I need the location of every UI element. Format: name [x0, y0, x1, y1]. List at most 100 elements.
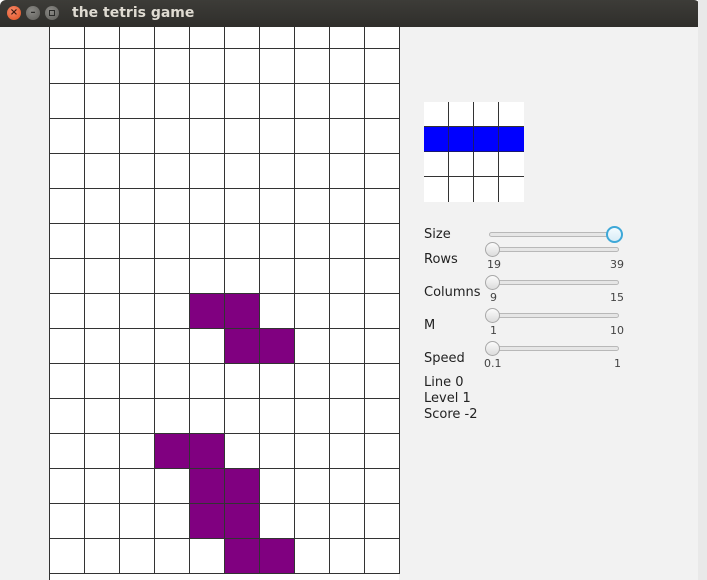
rows-slider-thumb[interactable] — [485, 242, 500, 257]
m-slider[interactable] — [489, 313, 619, 318]
board-cell — [365, 539, 400, 574]
board-cell — [295, 224, 330, 259]
board-cell — [330, 504, 365, 539]
rows-slider[interactable] — [489, 247, 619, 252]
board-cell — [365, 189, 400, 224]
speed-slider-thumb[interactable] — [485, 341, 500, 356]
board-block — [260, 539, 295, 574]
board-cell — [50, 189, 85, 224]
board-block — [190, 504, 225, 539]
board-cell — [155, 84, 190, 119]
board-cell — [120, 539, 155, 574]
board-cell — [225, 434, 260, 469]
board-cell — [330, 469, 365, 504]
board-cell — [85, 259, 120, 294]
board-cell — [225, 224, 260, 259]
board-cell — [330, 399, 365, 434]
board-cell — [50, 399, 85, 434]
board-cell — [120, 189, 155, 224]
board-cell — [295, 399, 330, 434]
board-cell — [295, 469, 330, 504]
minimize-icon[interactable]: – — [26, 6, 40, 20]
preview-cell — [474, 102, 499, 127]
columns-min-label: 9 — [490, 291, 497, 304]
board-cell — [295, 329, 330, 364]
board-cell — [260, 49, 295, 84]
board-cell — [120, 399, 155, 434]
game-board[interactable] — [49, 27, 400, 580]
board-block — [260, 329, 295, 364]
board-cell — [260, 259, 295, 294]
preview-cell — [449, 102, 474, 127]
board-cell — [330, 154, 365, 189]
board-block — [190, 469, 225, 504]
board-cell — [120, 504, 155, 539]
preview-cell — [424, 152, 449, 177]
board-cell — [120, 84, 155, 119]
board-cell — [330, 84, 365, 119]
rows-max-label: 39 — [610, 258, 624, 271]
size-slider[interactable] — [489, 232, 619, 237]
preview-cell — [474, 177, 499, 202]
board-cell — [225, 259, 260, 294]
board-cell — [155, 49, 190, 84]
rows-label: Rows — [424, 252, 458, 267]
speed-slider[interactable] — [489, 346, 619, 351]
board-cell — [190, 49, 225, 84]
board-cell — [190, 189, 225, 224]
m-slider-thumb[interactable] — [485, 308, 500, 323]
board-cell — [260, 84, 295, 119]
board-cell — [85, 119, 120, 154]
board-cell — [365, 119, 400, 154]
columns-slider[interactable] — [489, 280, 619, 285]
preview-cell — [499, 177, 524, 202]
board-cell — [85, 504, 120, 539]
board-cell — [295, 189, 330, 224]
columns-max-label: 15 — [610, 291, 624, 304]
board-cell — [155, 119, 190, 154]
board-cell — [365, 27, 400, 49]
board-cell — [85, 539, 120, 574]
board-cell — [260, 469, 295, 504]
board-cell — [295, 504, 330, 539]
maximize-icon[interactable] — [45, 6, 59, 20]
columns-slider-thumb[interactable] — [485, 275, 500, 290]
preview-cell — [449, 152, 474, 177]
board-cell — [190, 259, 225, 294]
board-cell — [190, 27, 225, 49]
window-titlebar: × – the tetris game — [0, 0, 700, 27]
level-indicator: Level 1 — [424, 391, 471, 406]
board-cell — [120, 154, 155, 189]
board-cell — [330, 434, 365, 469]
preview-cell — [499, 102, 524, 127]
m-label: M — [424, 318, 436, 333]
board-cell — [50, 329, 85, 364]
board-cell — [330, 27, 365, 49]
size-label: Size — [424, 227, 451, 242]
board-cell — [365, 294, 400, 329]
board-cell — [85, 224, 120, 259]
board-cell — [120, 259, 155, 294]
board-block — [225, 329, 260, 364]
board-cell — [295, 434, 330, 469]
board-cell — [120, 434, 155, 469]
close-icon[interactable]: × — [7, 6, 21, 20]
board-cell — [85, 49, 120, 84]
board-cell — [365, 399, 400, 434]
board-cell — [120, 294, 155, 329]
m-min-label: 1 — [490, 324, 497, 337]
size-slider-thumb[interactable] — [606, 226, 623, 243]
board-cell — [50, 294, 85, 329]
board-cell — [155, 469, 190, 504]
preview-block — [474, 127, 499, 152]
board-cell — [225, 399, 260, 434]
board-block — [190, 294, 225, 329]
board-cell — [85, 434, 120, 469]
preview-block — [424, 127, 449, 152]
board-cell — [330, 224, 365, 259]
board-cell — [330, 364, 365, 399]
board-cell — [225, 27, 260, 49]
board-cell — [225, 189, 260, 224]
board-cell — [85, 329, 120, 364]
columns-label: Columns — [424, 285, 481, 300]
